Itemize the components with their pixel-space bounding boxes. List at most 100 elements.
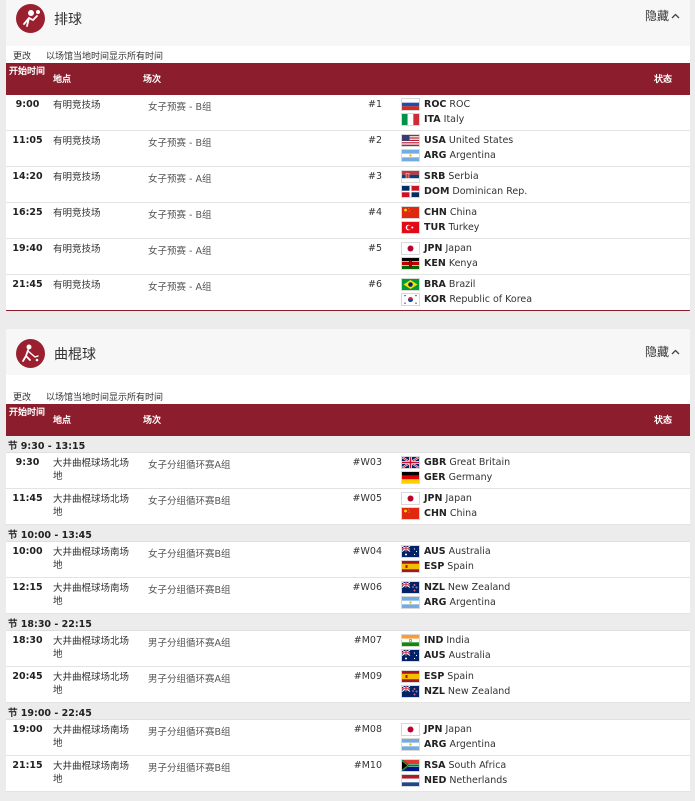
volleyball-icon [16, 4, 45, 33]
team-entry: JPN Japan [401, 723, 472, 736]
team-code: USA [424, 135, 446, 146]
start-time: 16:25 [12, 207, 43, 218]
team-code: GBR [424, 457, 447, 468]
start-time: 10:00 [12, 546, 43, 557]
session-label: 节 18:30 - 22:15 [8, 619, 92, 630]
team-name: Republic of Korea [449, 294, 533, 305]
table-row[interactable]: 19:40 有明竞技场 女子预赛 - A组 #5 JPN Japan KEN K… [6, 239, 690, 275]
team-entry: NED Netherlands [401, 774, 507, 787]
hide-toggle-button[interactable]: 隐藏 [645, 7, 680, 24]
table-row[interactable]: 12:15 大井曲棍球场南场地 女子分组循环赛B组 #W06 NZL New Z… [6, 578, 690, 614]
hide-label: 隐藏 [644, 345, 669, 359]
match-number: #M09 [353, 671, 382, 682]
change-timezone-link[interactable]: 更改 [13, 390, 31, 403]
table-row[interactable]: 19:00 大井曲棍球场南场地 男子分组循环赛B组 #M08 JPN Japan… [6, 720, 690, 756]
team-code: ARG [424, 150, 447, 161]
team-entry: ARG Argentina [401, 149, 496, 162]
team-code: AUS [424, 650, 446, 661]
hockey-header: 曲棍球 隐藏 [6, 329, 690, 375]
team-code: ESP [424, 671, 445, 682]
venue: 有明竞技场 [53, 172, 101, 183]
team-code: IND [424, 635, 444, 646]
table-row[interactable]: 14:20 有明竞技场 女子预赛 - A组 #3 SRB Serbia DOM … [6, 167, 690, 203]
team-name: China [449, 207, 478, 218]
event-name: 男子分组循环赛A组 [148, 674, 231, 685]
venue: 有明竞技场 [53, 280, 101, 291]
chevron-up-icon [671, 13, 680, 18]
hide-label: 隐藏 [644, 9, 669, 23]
hide-toggle-button[interactable]: 隐藏 [645, 343, 680, 360]
table-row[interactable]: 11:45 大井曲棍球场北场地 女子分组循环赛B组 #W05 JPN Japan… [6, 489, 690, 525]
nzl-flag-icon [401, 581, 420, 594]
aus-flag-icon [401, 649, 420, 662]
match-number: #M10 [353, 760, 382, 771]
table-row[interactable]: 9:30 大井曲棍球场北场地 女子分组循环赛A组 #W03 GBR Great … [6, 453, 690, 489]
venue: 有明竞技场 [53, 244, 101, 255]
venue: 有明竞技场 [53, 208, 101, 219]
volleyball-section: 排球 隐藏 更改 以场馆当地时间显示所有时间 开始时间 地点 场次 状态 9:0… [6, 0, 690, 311]
header-status: 状态 [653, 416, 672, 426]
team-name: Australia [448, 546, 491, 557]
kor-flag-icon [401, 293, 420, 306]
team-code: GER [424, 472, 446, 483]
esp-flag-icon [401, 670, 420, 683]
table-row[interactable]: 21:15 大井曲棍球场南场地 男子分组循环赛B组 #M10 RSA South… [6, 756, 690, 792]
header-event: 场次 [143, 416, 162, 426]
venue: 有明竞技场 [53, 136, 101, 147]
team-entry: KOR Republic of Korea [401, 293, 532, 306]
event-name: 男子分组循环赛B组 [148, 763, 231, 774]
table-row[interactable]: 21:45 有明竞技场 女子预赛 - A组 #6 BRA Brazil KOR … [6, 275, 690, 311]
team-code: ITA [424, 114, 441, 125]
team-code: KEN [424, 258, 446, 269]
team-entry: ESP Spain [401, 670, 474, 683]
team-entry: JPN Japan [401, 492, 472, 505]
team-name: New Zealand [447, 582, 511, 593]
header-start-time: 开始时间 [9, 408, 46, 418]
team-name: Argentina [449, 739, 496, 750]
team-code: NZL [424, 582, 445, 593]
team-name: Argentina [449, 150, 496, 161]
session-label: 节 10:00 - 13:45 [8, 530, 92, 541]
arg-flag-icon [401, 738, 420, 751]
match-number: #W05 [352, 493, 382, 504]
team-name: Kenya [448, 258, 478, 269]
event-name: 女子预赛 - A组 [148, 246, 212, 257]
team-entry: DOM Dominican Rep. [401, 185, 527, 198]
change-timezone-link[interactable]: 更改 [13, 49, 31, 62]
team-name: Spain [447, 561, 474, 572]
team-code: JPN [424, 243, 443, 254]
event-name: 女子分组循环赛B组 [148, 496, 231, 507]
team-name: Netherlands [449, 775, 508, 786]
team-name: Dominican Rep. [452, 186, 528, 197]
team-code: DOM [424, 186, 450, 197]
tur-flag-icon [401, 221, 420, 234]
event-name: 男子分组循环赛A组 [148, 638, 231, 649]
team-entry: GBR Great Britain [401, 456, 510, 469]
team-entry: NZL New Zealand [401, 581, 510, 594]
event-name: 女子预赛 - A组 [148, 174, 212, 185]
team-name: South Africa [448, 760, 507, 771]
start-time: 18:30 [12, 635, 43, 646]
start-time: 14:20 [12, 171, 43, 182]
srb-flag-icon [401, 170, 420, 183]
team-code: SRB [424, 171, 446, 182]
table-row[interactable]: 18:30 大井曲棍球场北场地 男子分组循环赛A组 #M07 IND India… [6, 631, 690, 667]
team-code: JPN [424, 493, 443, 504]
hockey-icon [16, 339, 45, 368]
venue: 有明竞技场 [53, 100, 101, 111]
start-time: 21:15 [12, 760, 43, 771]
start-time: 9:30 [15, 457, 40, 468]
table-row[interactable]: 16:25 有明竞技场 女子预赛 - B组 #4 CHN China TUR T… [6, 203, 690, 239]
team-name: Japan [445, 493, 472, 504]
team-code: ROC [424, 99, 447, 110]
table-row[interactable]: 11:05 有明竞技场 女子预赛 - B组 #2 USA United Stat… [6, 131, 690, 167]
table-row[interactable]: 9:00 有明竞技场 女子预赛 - B组 #1 ROC ROC ITA Ital… [6, 95, 690, 131]
table-row[interactable]: 20:45 大井曲棍球场北场地 男子分组循环赛A组 #M09 ESP Spain… [6, 667, 690, 703]
event-name: 女子预赛 - B组 [148, 138, 212, 149]
team-name: Brazil [448, 279, 476, 290]
team-entry: IND India [401, 634, 470, 647]
team-name: Japan [445, 243, 472, 254]
match-number: #W06 [352, 582, 382, 593]
team-code: BRA [424, 279, 446, 290]
table-row[interactable]: 10:00 大井曲棍球场南场地 女子分组循环赛B组 #W04 AUS Austr… [6, 542, 690, 578]
